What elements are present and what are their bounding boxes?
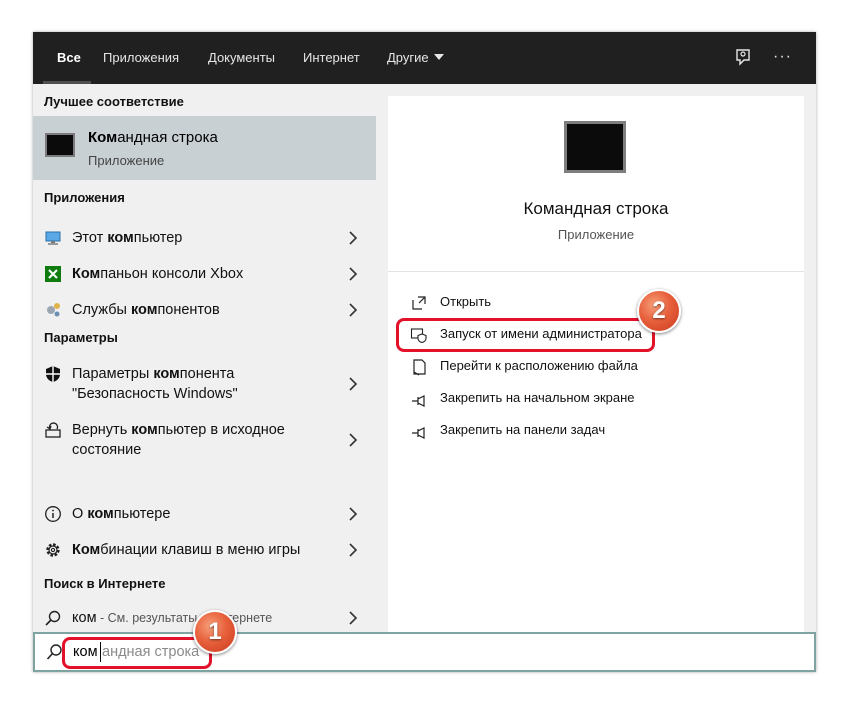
- tab-apps[interactable]: Приложения: [103, 32, 179, 84]
- search-filter-bar: Все Приложения Документы Интернет Другие…: [33, 32, 816, 84]
- list-item-label: Компаньон консоли Xbox: [72, 266, 244, 282]
- pin-icon: [410, 422, 428, 440]
- preview-pane: Командная строка Приложение Открыть Запу…: [388, 96, 804, 632]
- action-label: Открыть: [440, 294, 492, 309]
- list-item-label: Службы компонентов: [72, 302, 220, 318]
- list-item-about-pc[interactable]: О компьютере: [33, 496, 376, 532]
- computer-icon: [44, 229, 62, 247]
- list-item-label: ком - См. результаты в Интернете: [72, 610, 273, 626]
- action-label: Закрепить на начальном экране: [440, 390, 635, 405]
- list-item-this-pc[interactable]: Этот компьютер: [33, 220, 376, 256]
- list-item-xbox[interactable]: Компаньон консоли Xbox: [33, 256, 376, 292]
- reset-pc-icon: [44, 421, 62, 439]
- chevron-right-icon[interactable]: [347, 611, 359, 625]
- cmd-icon: [45, 133, 75, 157]
- step-badge-1: 1: [193, 610, 237, 654]
- divider: [388, 271, 804, 272]
- list-item-reset-pc[interactable]: Вернуть компьютер в исходное состояние: [33, 412, 376, 468]
- open-icon: [410, 294, 428, 312]
- action-label: Закрепить на панели задач: [440, 422, 606, 437]
- chevron-down-icon: [433, 54, 444, 60]
- best-match-title: Командная строка: [88, 129, 218, 146]
- search-icon: [44, 609, 62, 627]
- list-item-label: О компьютере: [72, 506, 171, 522]
- info-icon: [44, 505, 62, 523]
- highlight-search-text: [62, 637, 212, 669]
- tab-more[interactable]: Другие: [387, 32, 444, 84]
- search-icon: [45, 643, 63, 661]
- chevron-right-icon[interactable]: [347, 543, 359, 557]
- tab-documents[interactable]: Документы: [208, 32, 275, 84]
- preview-subtitle: Приложение: [557, 227, 635, 242]
- section-settings: Параметры: [44, 330, 118, 345]
- best-match-subtitle: Приложение: [88, 153, 165, 168]
- tab-all[interactable]: Все: [57, 32, 81, 84]
- list-item-services[interactable]: Службы компонентов: [33, 292, 376, 328]
- gear-icon: [44, 541, 62, 559]
- list-item-label: Этот компьютер: [72, 230, 183, 246]
- shield-icon: [44, 365, 62, 383]
- section-best-match: Лучшее соответствие: [44, 94, 184, 109]
- chevron-right-icon[interactable]: [347, 507, 359, 521]
- section-web-search: Поиск в Интернете: [44, 576, 166, 591]
- section-apps: Приложения: [44, 190, 125, 205]
- chevron-right-icon[interactable]: [347, 377, 359, 391]
- chevron-right-icon[interactable]: [347, 231, 359, 245]
- list-item-label: Комбинации клавиш в меню игры: [72, 542, 301, 558]
- chevron-right-icon[interactable]: [347, 433, 359, 447]
- pin-icon: [410, 390, 428, 408]
- more-icon[interactable]: ···: [773, 46, 797, 70]
- cmd-icon: [564, 121, 626, 173]
- results-pane: Лучшее соответствие Командная строка При…: [33, 84, 376, 632]
- feedback-icon[interactable]: [731, 46, 755, 70]
- xbox-icon: [44, 265, 62, 283]
- file-location-icon: [410, 358, 428, 376]
- tab-web[interactable]: Интернет: [303, 32, 360, 84]
- step-badge-2: 2: [637, 289, 681, 333]
- best-match-item[interactable]: Командная строка Приложение: [33, 116, 376, 180]
- list-item-game-bar-shortcuts[interactable]: Комбинации клавиш в меню игры: [33, 532, 376, 568]
- list-item-security-settings[interactable]: Параметры компонента "Безопасность Window…: [33, 356, 376, 410]
- list-item-label: Вернуть компьютер в исходное состояние: [72, 422, 285, 458]
- chevron-right-icon[interactable]: [347, 267, 359, 281]
- chevron-right-icon[interactable]: [347, 303, 359, 317]
- preview-title: Командная строка: [523, 199, 669, 218]
- services-icon: [44, 301, 62, 319]
- action-label: Перейти к расположению файла: [440, 358, 638, 373]
- list-item-label: Параметры компонента "Безопасность Window…: [72, 366, 238, 402]
- highlight-run-as-admin: [396, 318, 655, 352]
- windows-search-window: Все Приложения Документы Интернет Другие…: [33, 32, 816, 672]
